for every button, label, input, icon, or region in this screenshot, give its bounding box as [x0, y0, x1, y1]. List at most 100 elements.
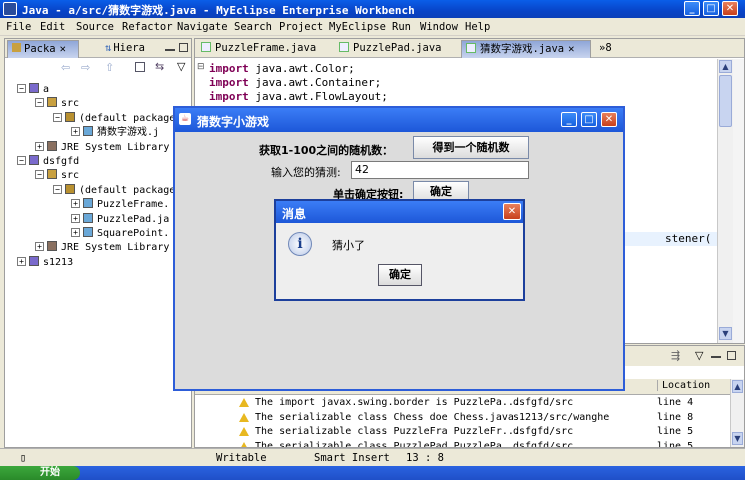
java-file-icon: [83, 227, 93, 237]
tree-item[interactable]: + SquarePoint.: [71, 227, 169, 241]
expand-icon[interactable]: +: [35, 141, 44, 151]
problem-row[interactable]: The serializable class Chess doe Chess.j…: [195, 410, 730, 425]
collapse-icon[interactable]: −: [17, 84, 26, 93]
start-button[interactable]: 开始: [0, 466, 80, 480]
maximize-button[interactable]: □: [581, 112, 597, 127]
menu-source[interactable]: Source: [76, 21, 114, 33]
random-label: 获取1-100之间的随机数：: [259, 144, 394, 157]
scroll-up-icon[interactable]: ▲: [719, 60, 732, 73]
tree-item[interactable]: + s1213: [17, 255, 73, 270]
get-random-button[interactable]: 得到一个随机数: [413, 136, 529, 159]
tree-item-label: PuzzleFrame.: [97, 199, 170, 211]
fold-icon[interactable]: ⊟: [197, 62, 205, 72]
close-icon[interactable]: ✕: [568, 43, 574, 55]
guess-label: 输入您的猜测:: [271, 166, 341, 179]
tree-item[interactable]: + JRE System Library: [35, 241, 169, 255]
tree-item[interactable]: + 猜数字游戏.j: [71, 126, 159, 140]
problem-resource-path: dsfgfd/src: [513, 440, 574, 448]
minimize-button[interactable]: _: [561, 112, 577, 127]
project-icon: [29, 155, 39, 165]
forward-arrow-icon[interactable]: ⇨: [81, 61, 90, 74]
maximize-button[interactable]: □: [703, 1, 719, 16]
close-icon[interactable]: ✕: [60, 43, 66, 55]
menu-file[interactable]: File: [6, 21, 31, 33]
close-button[interactable]: ✕: [601, 112, 617, 127]
collapse-all-icon[interactable]: [135, 62, 145, 72]
maximize-view-icon[interactable]: [727, 351, 736, 360]
editor-vertical-scrollbar[interactable]: ▲ ▼: [717, 59, 733, 343]
expand-icon[interactable]: +: [71, 213, 80, 223]
location-column-header[interactable]: Location: [657, 380, 727, 391]
menu-search[interactable]: Search: [234, 21, 272, 33]
minimize-button[interactable]: _: [684, 1, 700, 16]
problem-row[interactable]: The serializable class PuzzlePad PuzzleP…: [195, 439, 730, 448]
tab-puzzlepad[interactable]: PuzzlePad.java: [335, 40, 457, 58]
menu-help[interactable]: Help: [465, 21, 490, 33]
tree-item[interactable]: − (default package: [53, 111, 175, 126]
collapse-icon[interactable]: −: [17, 156, 26, 165]
minimize-view-icon[interactable]: [165, 49, 175, 51]
library-icon: [47, 140, 57, 151]
menu-run[interactable]: Run: [392, 21, 411, 33]
tree-item[interactable]: − dsfgfd: [17, 155, 79, 169]
expand-icon[interactable]: +: [35, 242, 44, 252]
maximize-view-icon[interactable]: [179, 43, 188, 52]
expand-icon[interactable]: +: [71, 127, 80, 137]
code-line-1: import java.awt.Color;: [209, 62, 355, 75]
tab-guess-game[interactable]: 猜数字游戏.java ✕: [461, 40, 591, 58]
menu-myeclipse[interactable]: MyEclipse: [329, 21, 386, 33]
tab-package-explorer[interactable]: Packa ✕: [7, 40, 79, 58]
tree-item[interactable]: − (default package: [53, 183, 175, 198]
scroll-down-icon[interactable]: ▼: [732, 432, 743, 445]
warning-icon: [239, 398, 249, 407]
up-icon[interactable]: ⇧: [105, 61, 114, 74]
scroll-down-icon[interactable]: ▼: [719, 327, 732, 340]
myeclipse-app-icon: [3, 2, 17, 16]
scroll-thumb[interactable]: [719, 75, 732, 127]
message-close-button[interactable]: ✕: [503, 203, 521, 220]
scroll-up-icon[interactable]: ▲: [732, 380, 743, 393]
expand-icon[interactable]: +: [17, 256, 26, 266]
back-arrow-icon[interactable]: ⇦: [61, 61, 70, 74]
menu-window[interactable]: Window: [420, 21, 458, 33]
guess-input[interactable]: 42: [351, 161, 529, 179]
tree-item-label: a: [43, 84, 50, 95]
tab-hierarchy[interactable]: ⇅ Hiera: [101, 40, 157, 58]
tree-item[interactable]: + PuzzleFrame.: [71, 198, 169, 212]
expand-icon[interactable]: +: [71, 228, 80, 237]
collapse-icon[interactable]: −: [35, 170, 44, 180]
filter-icon[interactable]: ⇶: [671, 349, 680, 362]
menu-refactor[interactable]: Refactor: [122, 21, 173, 33]
tab-label: 猜数字游戏.java: [480, 43, 565, 55]
tree-item[interactable]: − a: [17, 83, 49, 97]
menu-project[interactable]: Project: [279, 21, 323, 33]
problem-row[interactable]: The serializable class PuzzleFra PuzzleF…: [195, 424, 730, 439]
collapse-icon[interactable]: −: [35, 98, 44, 108]
problems-vertical-scrollbar[interactable]: ▲ ▼: [730, 379, 744, 447]
expand-icon[interactable]: +: [71, 199, 80, 209]
menu-navigate[interactable]: Navigate: [177, 21, 228, 33]
close-button[interactable]: ✕: [722, 1, 738, 16]
java-file-icon: [83, 212, 93, 223]
code-line-3: import java.awt.FlowLayout;: [209, 90, 388, 103]
tab-puzzleframe[interactable]: PuzzleFrame.java: [197, 40, 331, 58]
more-tabs-button[interactable]: »8: [595, 40, 625, 58]
menu-edit[interactable]: Edit: [40, 21, 65, 33]
package-icon: [65, 111, 75, 122]
status-icon[interactable]: ▯: [20, 452, 26, 464]
collapse-icon[interactable]: −: [53, 184, 62, 194]
java-file-icon: [466, 43, 476, 53]
tree-item[interactable]: − src: [35, 169, 79, 183]
tree-item[interactable]: + PuzzlePad.ja: [71, 212, 169, 227]
link-editor-icon[interactable]: ⇆: [155, 60, 164, 73]
view-menu-icon[interactable]: ▽: [177, 60, 185, 73]
tree-item[interactable]: − src: [35, 97, 79, 111]
keyword: import: [209, 76, 249, 89]
message-ok-button[interactable]: 确定: [378, 264, 422, 286]
problem-row[interactable]: The import javax.swing.border is PuzzleP…: [195, 395, 730, 410]
view-menu-icon[interactable]: ▽: [695, 349, 703, 362]
tree-item[interactable]: + JRE System Library: [35, 140, 169, 155]
collapse-icon[interactable]: −: [53, 112, 62, 122]
minimize-view-icon[interactable]: [711, 356, 721, 358]
warning-icon: [239, 427, 249, 436]
